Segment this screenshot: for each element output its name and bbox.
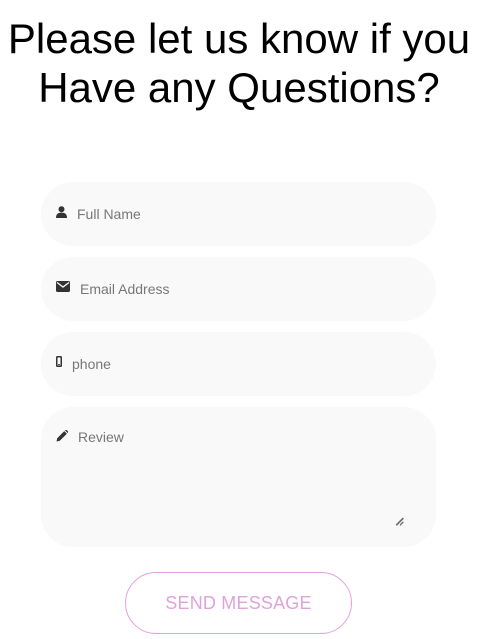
page-title: Please let us know if you Have any Quest… — [7, 15, 471, 111]
contact-page: Please let us know if you Have any Quest… — [0, 0, 478, 639]
email-input[interactable] — [80, 257, 412, 321]
review-textarea[interactable] — [78, 429, 404, 526]
envelope-icon — [56, 281, 70, 292]
review-field[interactable] — [41, 407, 436, 547]
phone-field[interactable] — [41, 332, 436, 396]
full-name-field[interactable] — [41, 182, 436, 246]
user-icon — [56, 206, 67, 218]
send-message-button[interactable]: SEND MESSAGE — [125, 572, 352, 634]
email-field[interactable] — [41, 257, 436, 321]
pencil-icon — [56, 430, 68, 442]
phone-input[interactable] — [72, 332, 412, 396]
resize-handle-icon[interactable] — [396, 518, 404, 526]
full-name-input[interactable] — [77, 182, 412, 246]
mobile-phone-icon — [56, 356, 62, 367]
